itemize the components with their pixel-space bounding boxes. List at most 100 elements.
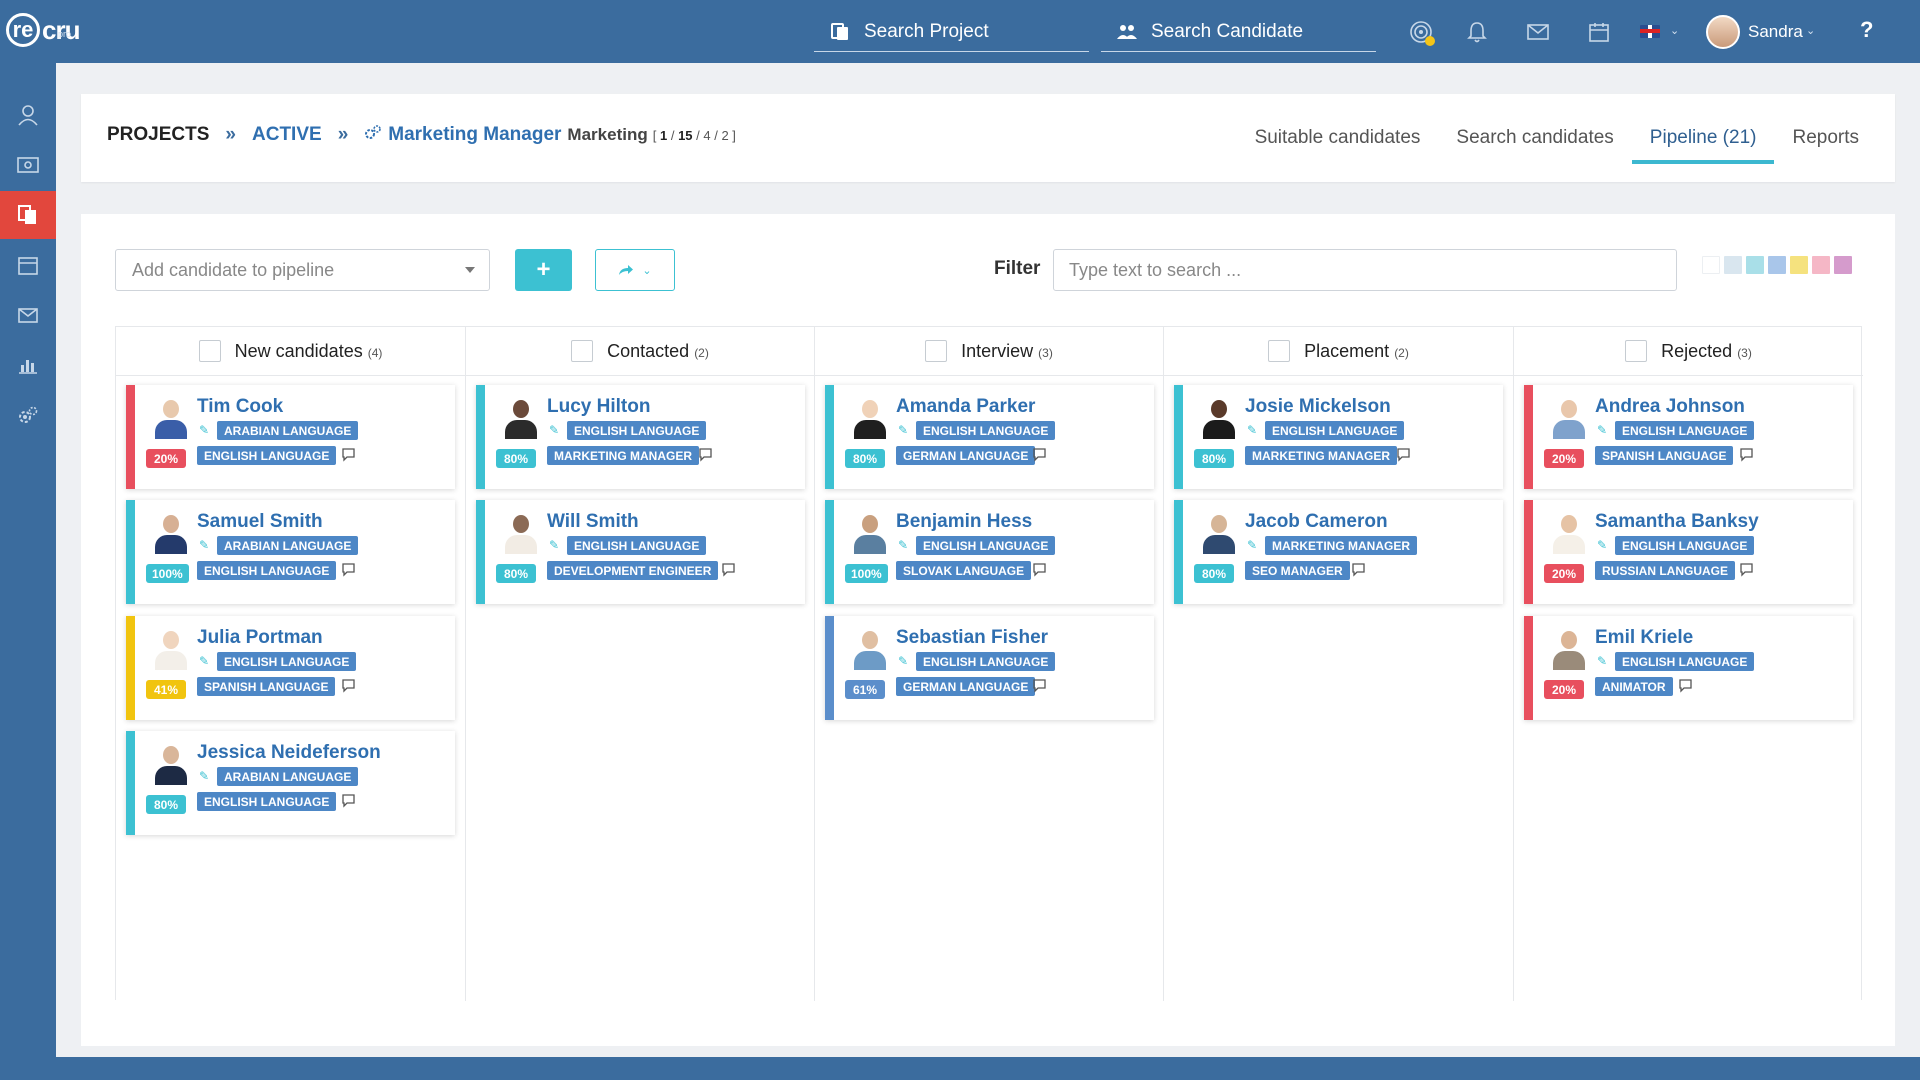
edit-icon[interactable]: ✎ — [1597, 423, 1611, 437]
project-header: PROJECTS » ACTIVE » Marketing Manager Ma… — [81, 94, 1895, 182]
breadcrumb-projects[interactable]: PROJECTS — [107, 124, 209, 146]
column-select-checkbox[interactable] — [198, 340, 221, 362]
color-swatch[interactable] — [1746, 256, 1764, 274]
edit-icon[interactable]: ✎ — [898, 654, 912, 668]
search-candidate-field[interactable]: Search Candidate — [1101, 12, 1376, 52]
candidate-card[interactable]: 80% Amanda Parker ✎ ENGLISH LANGUAGE GERMAN … — [825, 385, 1154, 489]
candidate-card[interactable]: 41% Julia Portman ✎ ENGLISH LANGUAGE SPANISH… — [126, 616, 455, 720]
comment-icon[interactable] — [341, 793, 356, 808]
candidate-card[interactable]: 80% Jacob Cameron ✎ MARKETING MANAGER SEO MA… — [1174, 500, 1503, 604]
candidate-name[interactable]: Benjamin Hess — [896, 511, 1032, 533]
candidate-name[interactable]: Amanda Parker — [896, 396, 1035, 418]
candidate-card[interactable]: 100% Benjamin Hess ✎ ENGLISH LANGUAGE SLOVAK… — [825, 500, 1154, 604]
candidate-name[interactable]: Sebastian Fisher — [896, 627, 1048, 649]
color-swatch[interactable] — [1724, 256, 1742, 274]
candidate-name[interactable]: Jacob Cameron — [1245, 511, 1388, 533]
column-select-checkbox[interactable] — [1625, 340, 1648, 362]
edit-icon[interactable]: ✎ — [549, 423, 563, 437]
edit-icon[interactable]: ✎ — [199, 769, 213, 783]
color-swatch[interactable] — [1790, 256, 1808, 274]
sidebar-item-settings[interactable] — [0, 391, 56, 439]
comment-icon[interactable] — [1351, 562, 1366, 577]
comment-icon[interactable] — [1739, 447, 1754, 462]
comment-icon[interactable] — [721, 562, 736, 577]
mail-icon[interactable] — [1526, 20, 1550, 44]
edit-icon[interactable]: ✎ — [898, 538, 912, 552]
candidate-name[interactable]: Tim Cook — [197, 396, 283, 418]
candidate-card[interactable]: 80% Josie Mickelson ✎ ENGLISH LANGUAGE MARKE… — [1174, 385, 1503, 489]
breadcrumb-project[interactable]: Marketing Manager — [388, 124, 561, 146]
comment-icon[interactable] — [1032, 447, 1047, 462]
candidate-name[interactable]: Samuel Smith — [197, 511, 323, 533]
color-swatch[interactable] — [1812, 256, 1830, 274]
bell-icon[interactable] — [1465, 20, 1489, 44]
chevron-down-icon[interactable]: ⌄ — [1670, 24, 1679, 37]
flag-uk-icon[interactable] — [1640, 25, 1660, 38]
sidebar-item-money[interactable] — [0, 141, 56, 189]
candidate-name[interactable]: Julia Portman — [197, 627, 323, 649]
candidate-card[interactable]: 20% Andrea Johnson ✎ ENGLISH LANGUAGE SPANIS… — [1524, 385, 1853, 489]
candidate-card[interactable]: 61% Sebastian Fisher ✎ ENGLISH LANGUAGE GERM… — [825, 616, 1154, 720]
tab-1[interactable]: Search candidates — [1438, 94, 1631, 182]
fingerprint-icon[interactable] — [1409, 20, 1435, 46]
add-candidate-select[interactable]: Add candidate to pipeline — [115, 249, 490, 291]
candidate-card[interactable]: 80% Jessica Neideferson ✎ ARABIAN LANGUAGE E… — [126, 731, 455, 835]
candidate-name[interactable]: Will Smith — [547, 511, 639, 533]
candidate-card[interactable]: 80% Will Smith ✎ ENGLISH LANGUAGE DEVELOPMEN… — [476, 500, 805, 604]
candidate-name[interactable]: Josie Mickelson — [1245, 396, 1391, 418]
candidate-name[interactable]: Samantha Banksy — [1595, 511, 1759, 533]
tab-0[interactable]: Suitable candidates — [1237, 94, 1439, 182]
edit-icon[interactable]: ✎ — [199, 423, 213, 437]
candidate-card[interactable]: 20% Emil Kriele ✎ ENGLISH LANGUAGE ANIMATOR — [1524, 616, 1853, 720]
color-swatch[interactable] — [1834, 256, 1852, 274]
avatar[interactable] — [1706, 15, 1740, 49]
edit-icon[interactable]: ✎ — [199, 538, 213, 552]
chevron-down-icon[interactable]: ⌄ — [1806, 24, 1815, 37]
color-swatch[interactable] — [1702, 256, 1720, 274]
add-button[interactable]: + — [515, 249, 572, 291]
candidate-name[interactable]: Emil Kriele — [1595, 627, 1693, 649]
edit-icon[interactable]: ✎ — [549, 538, 563, 552]
edit-icon[interactable]: ✎ — [1247, 538, 1261, 552]
edit-icon[interactable]: ✎ — [199, 654, 213, 668]
edit-icon[interactable]: ✎ — [898, 423, 912, 437]
search-project-field[interactable]: Search Project — [814, 12, 1089, 52]
user-name[interactable]: Sandra — [1748, 22, 1803, 42]
candidate-card[interactable]: 20% Samantha Banksy ✎ ENGLISH LANGUAGE RUSSI… — [1524, 500, 1853, 604]
comment-icon[interactable] — [341, 447, 356, 462]
comment-icon[interactable] — [341, 678, 356, 693]
candidate-name[interactable]: Andrea Johnson — [1595, 396, 1745, 418]
comment-icon[interactable] — [1032, 562, 1047, 577]
comment-icon[interactable] — [1739, 562, 1754, 577]
comment-icon[interactable] — [1678, 678, 1693, 693]
sidebar-item-mail[interactable] — [0, 291, 56, 339]
column-select-checkbox[interactable] — [571, 340, 594, 362]
column-select-checkbox[interactable] — [925, 340, 948, 362]
breadcrumb-active[interactable]: ACTIVE — [252, 124, 322, 146]
color-swatch[interactable] — [1768, 256, 1786, 274]
move-button[interactable]: ⌄ — [595, 249, 675, 291]
sidebar-item-calendar[interactable] — [0, 241, 56, 289]
tab-3[interactable]: Reports — [1774, 94, 1877, 182]
filter-input[interactable]: Type text to search ... — [1053, 249, 1677, 291]
help-icon[interactable]: ? — [1860, 17, 1873, 43]
skill-tag: ENGLISH LANGUAGE — [1615, 652, 1755, 671]
edit-icon[interactable]: ✎ — [1597, 538, 1611, 552]
sidebar-item-candidates[interactable] — [0, 91, 56, 139]
calendar-icon[interactable] — [1587, 20, 1611, 44]
comment-icon[interactable] — [698, 447, 713, 462]
comment-icon[interactable] — [1032, 678, 1047, 693]
comment-icon[interactable] — [341, 562, 356, 577]
comment-icon[interactable] — [1396, 447, 1411, 462]
candidate-name[interactable]: Lucy Hilton — [547, 396, 650, 418]
candidate-card[interactable]: 80% Lucy Hilton ✎ ENGLISH LANGUAGE MARKETING… — [476, 385, 805, 489]
edit-icon[interactable]: ✎ — [1247, 423, 1261, 437]
candidate-name[interactable]: Jessica Neideferson — [197, 742, 381, 764]
tab-2[interactable]: Pipeline (21) — [1631, 94, 1775, 182]
column-select-checkbox[interactable] — [1268, 340, 1291, 362]
candidate-card[interactable]: 20% Tim Cook ✎ ARABIAN LANGUAGE ENGLISH LANG… — [126, 385, 455, 489]
edit-icon[interactable]: ✎ — [1597, 654, 1611, 668]
sidebar-item-projects[interactable] — [0, 191, 56, 239]
candidate-card[interactable]: 100% Samuel Smith ✎ ARABIAN LANGUAGE ENGLISH… — [126, 500, 455, 604]
sidebar-item-reports[interactable] — [0, 341, 56, 389]
